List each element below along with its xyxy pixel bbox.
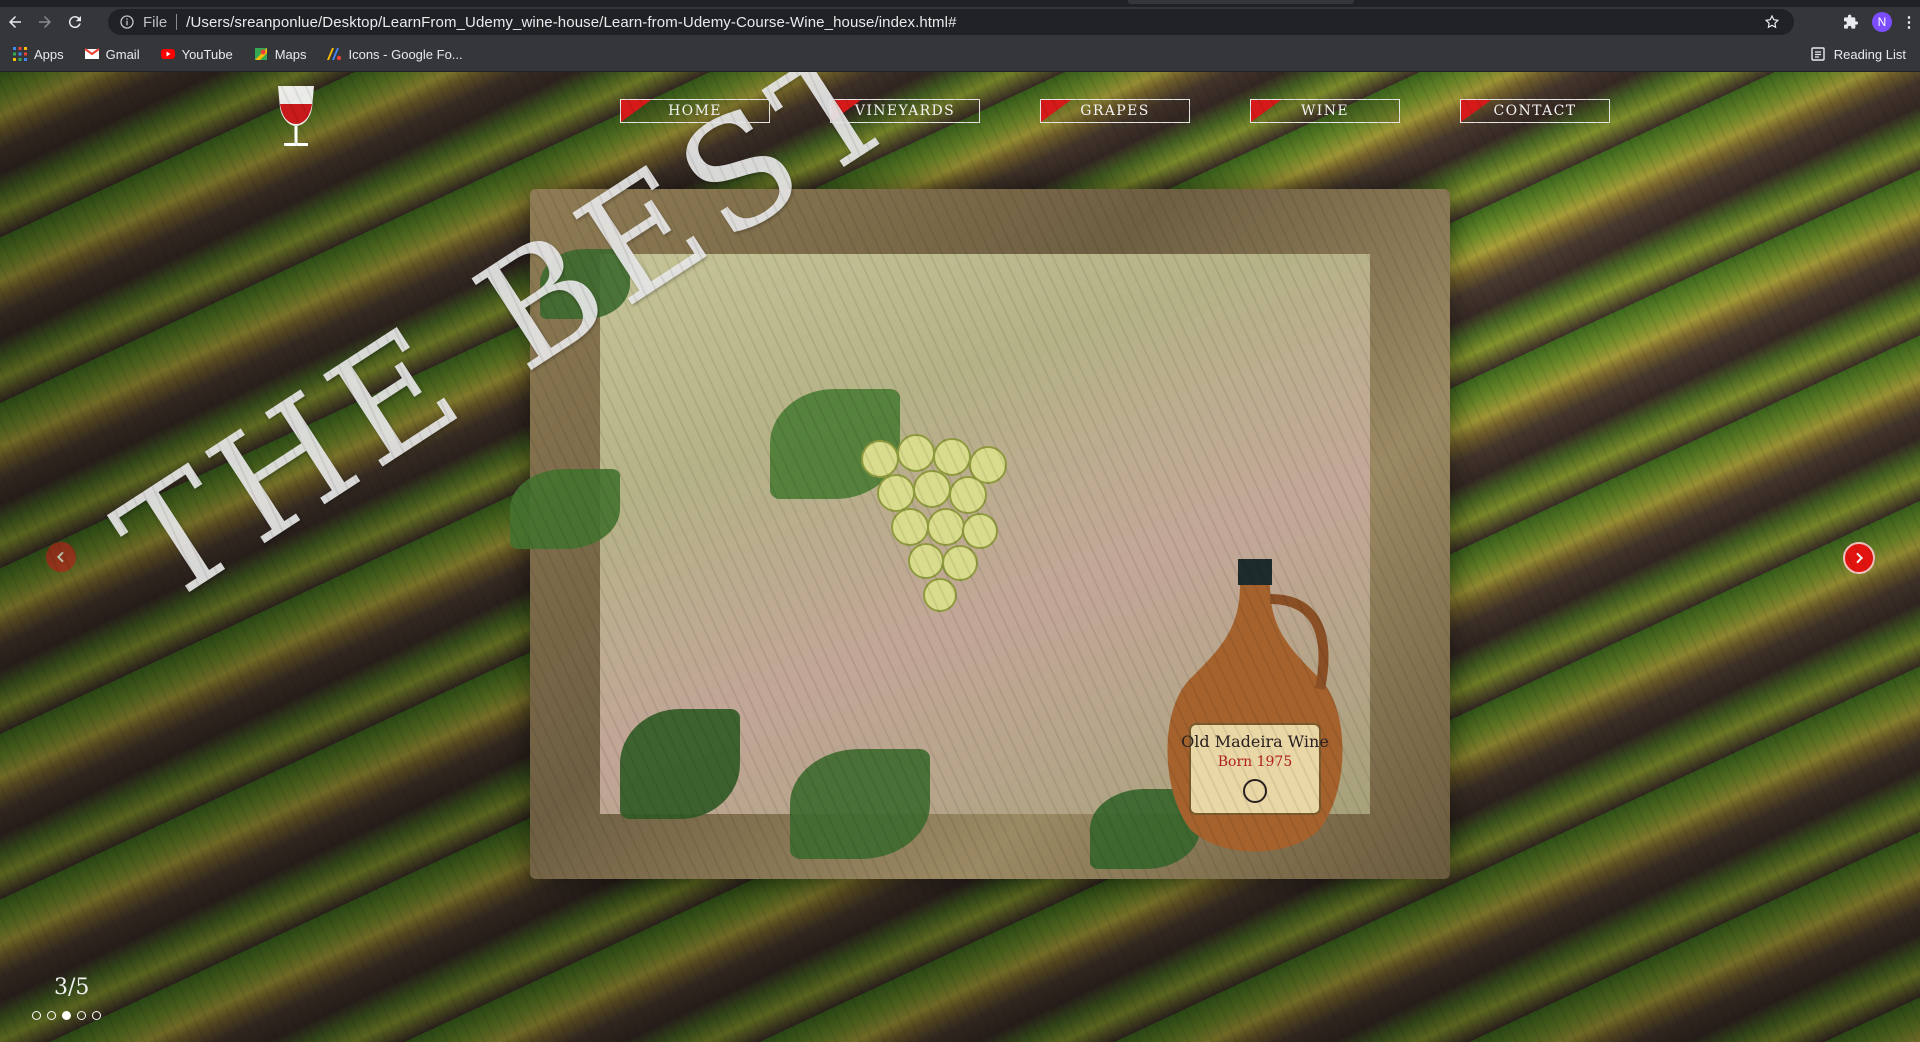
nav-corner-accent <box>1461 100 1491 122</box>
slide-counter: 3/5 <box>54 975 90 1000</box>
bookmark-star-icon[interactable] <box>1764 14 1780 30</box>
profile-avatar[interactable]: N <box>1872 12 1892 32</box>
slider-dot[interactable] <box>77 1011 86 1020</box>
hero-slider: Old Madeira Wine Born 1975 HOME VINEYARD… <box>0 72 1920 1042</box>
forward-button[interactable] <box>30 7 60 37</box>
jug-label-title: Old Madeira Wine <box>1181 732 1329 751</box>
vine-leaf <box>620 709 740 819</box>
wine-glass-logo-icon[interactable] <box>272 82 320 150</box>
apps-grid-icon <box>13 47 27 61</box>
bookmark-maps[interactable]: Maps <box>247 41 315 67</box>
tab-strip <box>0 0 1920 7</box>
arrow-right-icon <box>39 16 51 28</box>
back-button[interactable] <box>0 7 30 37</box>
reading-list-label: Reading List <box>1833 46 1906 62</box>
slider-next-button[interactable] <box>1843 542 1875 574</box>
info-icon[interactable] <box>119 14 135 30</box>
vine-leaf <box>790 749 930 859</box>
bookmark-gmail[interactable]: Gmail <box>78 41 148 67</box>
slider-dot[interactable] <box>47 1011 56 1020</box>
active-tab-edge[interactable] <box>1128 0 1354 4</box>
slider-dot[interactable] <box>62 1011 71 1020</box>
bookmark-label: YouTube <box>181 46 233 62</box>
toolbar-right: N ⋮ <box>1836 7 1920 37</box>
nav-label: CONTACT <box>1493 103 1577 119</box>
wine-jug-illustration: Old Madeira Wine Born 1975 <box>1167 559 1343 852</box>
slider-dot[interactable] <box>32 1011 41 1020</box>
puzzle-icon <box>1844 14 1858 29</box>
bookmark-youtube[interactable]: YouTube <box>154 41 241 67</box>
slider-prev-button[interactable] <box>46 542 76 572</box>
browser-toolbar: File /Users/sreanponlue/Desktop/LearnFro… <box>0 7 1920 37</box>
grapes-icon <box>861 434 1007 612</box>
nav-grapes[interactable]: GRAPES <box>1040 99 1190 123</box>
nav-label: VINEYARDS <box>854 103 956 119</box>
reload-button[interactable] <box>60 7 90 37</box>
arrow-left-icon <box>9 16 21 28</box>
vine-leaf <box>510 469 620 549</box>
menu-kebab-icon[interactable]: ⋮ <box>1898 7 1920 37</box>
nav-label: GRAPES <box>1080 103 1150 119</box>
nav-label: HOME <box>668 103 722 119</box>
slider-dot[interactable] <box>92 1011 101 1020</box>
extensions-button[interactable] <box>1836 7 1866 37</box>
bookmarks-bar: Apps Gmail YouTube Maps Icons - Google F… <box>0 37 1920 72</box>
nav-corner-accent <box>621 100 651 122</box>
chevron-right-icon <box>1856 552 1864 564</box>
reload-icon <box>68 16 81 29</box>
url-text[interactable]: /Users/sreanponlue/Desktop/LearnFrom_Ude… <box>186 14 956 31</box>
maps-icon <box>254 48 267 60</box>
bookmark-label: Icons - Google Fo... <box>348 46 463 62</box>
reading-list-button[interactable]: Reading List <box>1810 37 1906 71</box>
nav-wine[interactable]: WINE <box>1250 99 1400 123</box>
address-separator <box>176 14 178 30</box>
nav-corner-accent <box>1251 100 1281 122</box>
chevron-left-icon <box>56 551 64 563</box>
reading-list-icon <box>1811 47 1825 61</box>
google-fonts-icon <box>327 48 342 61</box>
youtube-icon <box>160 49 175 59</box>
address-bar[interactable]: File /Users/sreanponlue/Desktop/LearnFro… <box>108 9 1794 35</box>
jug-label-year: Born 1975 <box>1218 754 1293 770</box>
bookmark-label: Apps <box>34 46 64 62</box>
file-label: File <box>143 13 168 31</box>
bookmark-label: Gmail <box>105 46 140 62</box>
bookmark-label: Maps <box>274 46 307 62</box>
nav-corner-accent <box>1041 100 1071 122</box>
bookmark-apps[interactable]: Apps <box>6 41 72 67</box>
nav-label: WINE <box>1301 103 1349 119</box>
gmail-icon <box>84 48 100 59</box>
bookmark-google-fonts[interactable]: Icons - Google Fo... <box>320 41 470 67</box>
slider-dots <box>32 1011 101 1020</box>
nav-contact[interactable]: CONTACT <box>1460 99 1610 123</box>
